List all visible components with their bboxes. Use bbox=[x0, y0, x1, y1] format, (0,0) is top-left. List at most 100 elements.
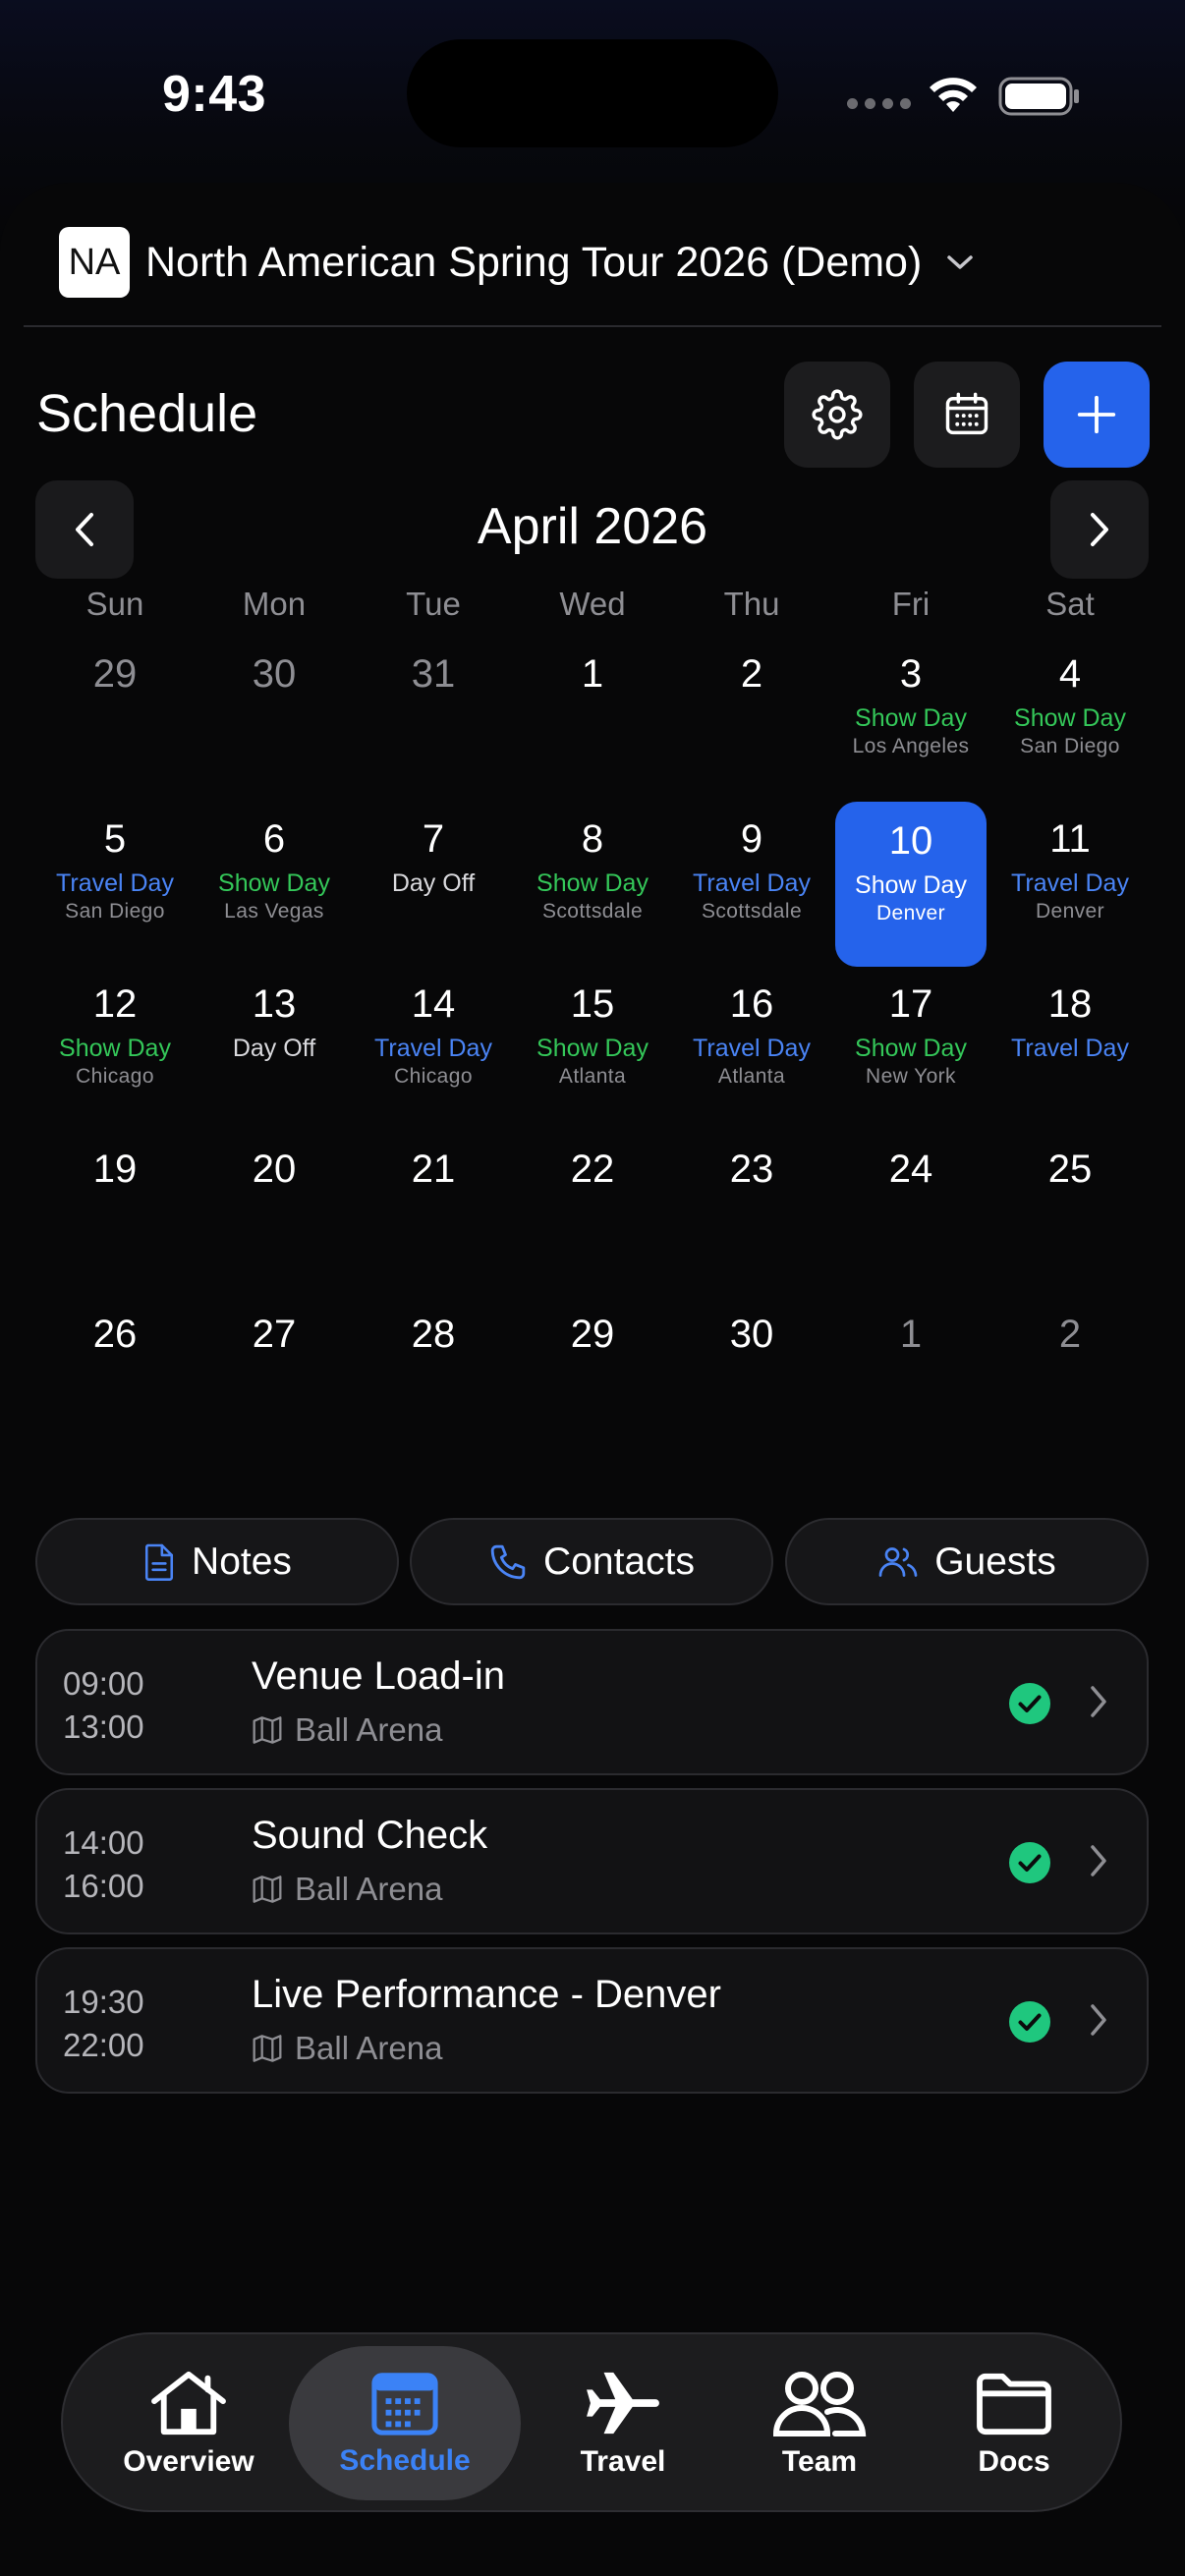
day-city: Chicago bbox=[76, 1065, 154, 1088]
day-type: Travel Day bbox=[693, 869, 811, 897]
day-type: Show Day bbox=[855, 704, 967, 732]
event-end: 22:00 bbox=[63, 2027, 144, 2063]
month-label: April 2026 bbox=[477, 498, 708, 555]
calendar-day[interactable]: 30 bbox=[672, 1297, 831, 1462]
day-number: 22 bbox=[570, 1148, 615, 1191]
calendar-day[interactable]: 13 Day Off bbox=[195, 967, 354, 1132]
day-number: 7 bbox=[422, 817, 445, 861]
day-number: 11 bbox=[1049, 817, 1091, 861]
day-type: Show Day bbox=[855, 1035, 967, 1062]
calendar-day[interactable]: 27 bbox=[195, 1297, 354, 1462]
calendar-day[interactable]: 29 bbox=[35, 637, 195, 802]
event-title: Sound Check bbox=[252, 1814, 488, 1857]
calendar-day[interactable]: 11 Travel Day Denver bbox=[990, 802, 1150, 967]
page-title: Schedule bbox=[36, 384, 258, 443]
folder-icon bbox=[977, 2373, 1051, 2435]
tour-selector[interactable]: NA North American Spring Tour 2026 (Demo… bbox=[59, 227, 975, 298]
event-card[interactable]: 19:30 22:00 Live Performance - Denver Ba… bbox=[35, 1947, 1149, 2094]
tour-title: North American Spring Tour 2026 (Demo) bbox=[145, 238, 923, 286]
day-number: 27 bbox=[252, 1313, 297, 1356]
tab-travel[interactable]: Travel bbox=[525, 2346, 721, 2500]
chevron-right-icon bbox=[1091, 1845, 1106, 1876]
calendar-day[interactable]: 14 Travel Day Chicago bbox=[354, 967, 513, 1132]
chevron-right-icon bbox=[1091, 513, 1108, 546]
event-venue: Ball Arena bbox=[252, 2030, 442, 2067]
calendar-day[interactable]: 23 bbox=[672, 1132, 831, 1297]
calendar-day[interactable]: 30 bbox=[195, 637, 354, 802]
event-end: 16:00 bbox=[63, 1868, 144, 1904]
calendar-day[interactable]: 12 Show Day Chicago bbox=[35, 967, 195, 1132]
tab-team[interactable]: Team bbox=[721, 2346, 918, 2500]
calendar-day[interactable]: 24 bbox=[831, 1132, 990, 1297]
day-number: 29 bbox=[92, 652, 138, 696]
tab-schedule[interactable]: Schedule bbox=[289, 2346, 521, 2500]
calendar-day[interactable]: 19 bbox=[35, 1132, 195, 1297]
calendar-day[interactable]: 28 bbox=[354, 1297, 513, 1462]
tab-label: Schedule bbox=[339, 2443, 471, 2477]
day-city: San Diego bbox=[65, 900, 165, 923]
calendar-day[interactable]: 16 Travel Day Atlanta bbox=[672, 967, 831, 1132]
day-number: 28 bbox=[411, 1313, 456, 1356]
calendar-day[interactable]: 20 bbox=[195, 1132, 354, 1297]
calendar-day[interactable]: 9 Travel Day Scottsdale bbox=[672, 802, 831, 967]
event-card[interactable]: 09:00 13:00 Venue Load-in Ball Arena bbox=[35, 1629, 1149, 1775]
day-number: 5 bbox=[103, 817, 127, 861]
chevron-right-icon bbox=[1091, 1686, 1106, 1717]
day-type: Day Off bbox=[391, 869, 476, 897]
contacts-button[interactable]: Contacts bbox=[410, 1518, 773, 1605]
next-month-button[interactable] bbox=[1050, 480, 1149, 579]
map-icon bbox=[253, 1876, 282, 1903]
day-number: 10 bbox=[888, 819, 933, 863]
guests-button[interactable]: Guests bbox=[785, 1518, 1149, 1605]
calendar-day[interactable]: 2 bbox=[990, 1297, 1150, 1462]
calendar-day[interactable]: 3 Show Day Los Angeles bbox=[831, 637, 990, 802]
event-start: 14:00 bbox=[63, 1824, 144, 1861]
day-number: 24 bbox=[888, 1148, 933, 1191]
weekday-header: Sun Mon Tue Wed Thu Fri Sat bbox=[35, 586, 1150, 623]
calendar-day[interactable]: 1 bbox=[831, 1297, 990, 1462]
calendar-day[interactable]: 18 Travel Day bbox=[990, 967, 1150, 1132]
event-title: Live Performance - Denver bbox=[252, 1973, 721, 2016]
calendar-day[interactable]: 4 Show Day San Diego bbox=[990, 637, 1150, 802]
tab-docs[interactable]: Docs bbox=[918, 2346, 1110, 2500]
calendar-day[interactable]: 6 Show Day Las Vegas bbox=[195, 802, 354, 967]
notes-label: Notes bbox=[192, 1540, 292, 1583]
day-city: Las Vegas bbox=[224, 900, 324, 923]
event-start: 09:00 bbox=[63, 1665, 144, 1702]
add-event-button[interactable] bbox=[1044, 362, 1150, 468]
day-number: 15 bbox=[570, 982, 615, 1026]
tab-overview[interactable]: Overview bbox=[85, 2346, 293, 2500]
calendar-day[interactable]: 8 Show Day Scottsdale bbox=[513, 802, 672, 967]
calendar-day[interactable]: 29 bbox=[513, 1297, 672, 1462]
previous-month-button[interactable] bbox=[35, 480, 134, 579]
event-end: 13:00 bbox=[63, 1708, 144, 1745]
day-type: Show Day bbox=[536, 1035, 649, 1062]
day-type: Travel Day bbox=[1011, 869, 1129, 897]
calendar-day[interactable]: 21 bbox=[354, 1132, 513, 1297]
day-city: Denver bbox=[1035, 900, 1105, 923]
calendar-day[interactable]: 5 Travel Day San Diego bbox=[35, 802, 195, 967]
day-number: 4 bbox=[1058, 652, 1082, 696]
day-number: 9 bbox=[740, 817, 763, 861]
calendar-day[interactable]: 22 bbox=[513, 1132, 672, 1297]
calendar-day[interactable]: 7 Day Off bbox=[354, 802, 513, 967]
day-number: 1 bbox=[581, 652, 604, 696]
people-icon bbox=[772, 2371, 867, 2436]
calendar-view-button[interactable] bbox=[914, 362, 1020, 468]
day-city: Denver bbox=[875, 902, 946, 924]
calendar-day[interactable]: 26 bbox=[35, 1297, 195, 1462]
calendar-day[interactable]: 1 bbox=[513, 637, 672, 802]
calendar-day[interactable]: 15 Show Day Atlanta bbox=[513, 967, 672, 1132]
day-number: 2 bbox=[740, 652, 763, 696]
notes-button[interactable]: Notes bbox=[35, 1518, 399, 1605]
day-number: 25 bbox=[1047, 1148, 1093, 1191]
settings-button[interactable] bbox=[784, 362, 890, 468]
calendar-day[interactable]: 2 bbox=[672, 637, 831, 802]
calendar-day[interactable]: 17 Show Day New York bbox=[831, 967, 990, 1132]
calendar-day[interactable]: 31 bbox=[354, 637, 513, 802]
weekday-label: Fri bbox=[891, 586, 931, 622]
calendar-day-selected[interactable]: 10 Show Day Denver bbox=[835, 802, 987, 967]
calendar-day[interactable]: 25 bbox=[990, 1132, 1150, 1297]
event-card[interactable]: 14:00 16:00 Sound Check Ball Arena bbox=[35, 1788, 1149, 1934]
day-number: 3 bbox=[899, 652, 923, 696]
